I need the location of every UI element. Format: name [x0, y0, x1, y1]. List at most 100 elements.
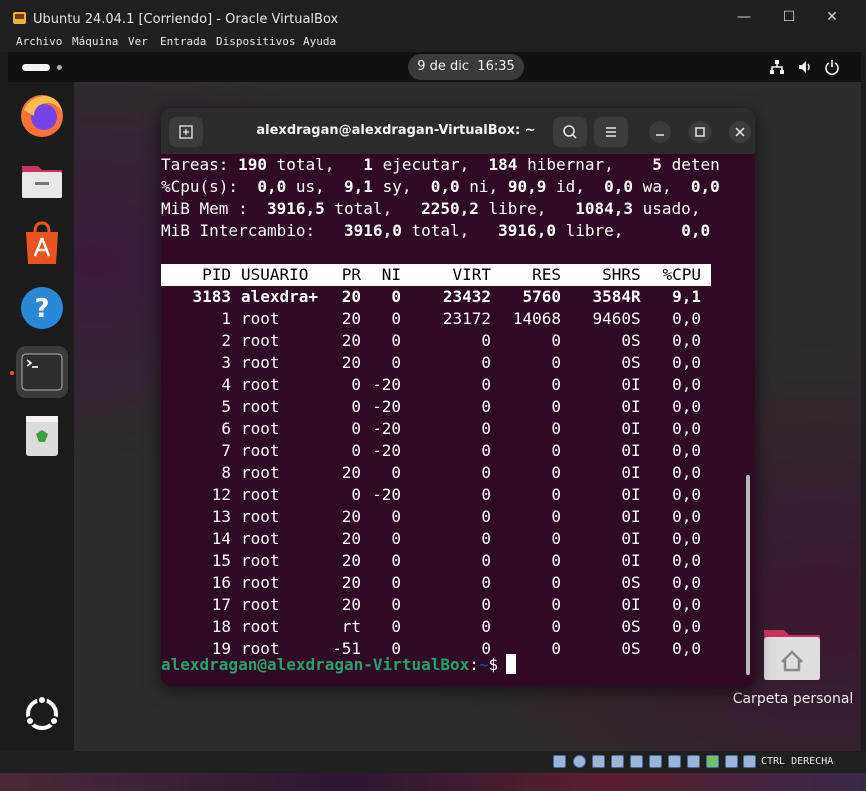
- terminal-title: alexdragan@alexdragan-VirtualBox: ~: [256, 123, 536, 138]
- gnome-topbar: 9 de dic 16:35: [8, 52, 861, 82]
- cell-pct-cpu: 0,0: [672, 573, 701, 592]
- cell-virt: VIRT: [452, 265, 491, 284]
- usb-icon[interactable]: [630, 755, 643, 768]
- power-icon[interactable]: [824, 59, 840, 75]
- terminal-output[interactable]: Tareas: 190 total, 1 ejecutar, 184 hiber…: [161, 154, 755, 686]
- new-tab-button[interactable]: [169, 117, 203, 147]
- summary-segment: wa,: [633, 177, 691, 196]
- terminal-icon[interactable]: [16, 346, 68, 398]
- shared-folders-icon[interactable]: [649, 755, 662, 768]
- cell-usuario: root: [241, 551, 280, 570]
- trash-icon[interactable]: [16, 410, 68, 462]
- cell-shr: 0: [621, 463, 631, 482]
- summary-segment: sy,: [372, 177, 431, 196]
- cell-res: RES: [532, 265, 561, 284]
- cpu-activity-icon[interactable]: [706, 755, 719, 768]
- cell-res: 14068: [512, 309, 561, 328]
- cell-pct-cpu: 0,0: [672, 551, 701, 570]
- search-icon: [563, 125, 577, 139]
- terminal-headerbar[interactable]: alexdragan@alexdragan-VirtualBox: ~: [161, 108, 755, 154]
- cell-virt: 0: [481, 353, 491, 372]
- files-icon[interactable]: [16, 154, 68, 206]
- cell-res: 0: [551, 331, 561, 350]
- mouse-integration-icon[interactable]: [725, 755, 738, 768]
- cell-pct-cpu: 0,0: [672, 441, 701, 460]
- network-icon[interactable]: [769, 58, 785, 76]
- maximize-icon: [695, 127, 705, 137]
- menu-archivo[interactable]: Archivo: [16, 35, 62, 48]
- cell-virt: 0: [481, 551, 491, 570]
- summary-line: %Cpu(s): 0,0 us, 9,1 sy, 0,0 ni, 90,9 id…: [161, 176, 720, 198]
- maximize-icon[interactable]: ☐: [781, 9, 797, 25]
- clock[interactable]: 9 de dic 16:35: [408, 54, 524, 80]
- table-row: 1 root 20 0 23172 14068 9460 S 0,0: [161, 308, 721, 330]
- search-button[interactable]: [553, 117, 587, 147]
- workspace-dot[interactable]: [57, 65, 62, 70]
- cell-shr: 0: [621, 551, 631, 570]
- network-adapter-icon[interactable]: [611, 755, 624, 768]
- summary-segment: 1084,3: [575, 199, 634, 218]
- cell-usuario: root: [241, 309, 280, 328]
- summary-segment: 184: [488, 155, 518, 174]
- close-button[interactable]: [729, 121, 751, 143]
- cell-pid: 14: [211, 529, 231, 548]
- cell-ni: NI: [381, 265, 401, 284]
- terminal-window[interactable]: alexdragan@alexdragan-VirtualBox: ~ Tare…: [161, 108, 755, 686]
- host-key-icon[interactable]: [743, 755, 756, 768]
- ubuntu-logo-icon[interactable]: [16, 688, 68, 740]
- menu-ayuda[interactable]: Ayuda: [303, 35, 336, 48]
- menu-dispositivos[interactable]: Dispositivos: [216, 35, 295, 48]
- recording-icon[interactable]: [687, 755, 700, 768]
- summary-line: MiB Intercambio: 3916,0 total, 3916,0 li…: [161, 220, 710, 242]
- cell-shr: 0: [621, 639, 631, 658]
- cell-pid: 12: [211, 485, 231, 504]
- summary-segment: 3916,0: [498, 221, 556, 240]
- cell-usuario: root: [241, 573, 280, 592]
- cell-ni: 0: [391, 309, 401, 328]
- prompt-user: alexdragan@alexdragan-VirtualBox: [161, 655, 470, 674]
- audio-icon[interactable]: [592, 755, 605, 768]
- menu-maquina[interactable]: Máquina: [72, 35, 118, 48]
- virtualbox-menubar: Archivo Máquina Ver Entrada Dispositivos…: [0, 34, 866, 52]
- home-folder-icon[interactable]: [758, 624, 828, 684]
- summary-segment: 0,0: [257, 177, 287, 196]
- cell-pct-cpu: 0,0: [672, 639, 701, 658]
- help-icon[interactable]: ?: [16, 282, 68, 334]
- minimize-icon[interactable]: —: [736, 9, 752, 25]
- cell-pct-cpu: 0,0: [672, 595, 701, 614]
- cell-ni: -20: [372, 375, 401, 394]
- cell-usuario: alexdra+: [241, 287, 319, 306]
- menu-entrada[interactable]: Entrada: [160, 35, 206, 48]
- display-icon[interactable]: [668, 755, 681, 768]
- summary-segment: usado,: [633, 199, 701, 218]
- cell-virt: 0: [481, 507, 491, 526]
- maximize-button[interactable]: [689, 121, 711, 143]
- summary-segment: 190: [238, 155, 267, 174]
- cell-pid: 3183: [192, 287, 231, 306]
- host-key-label: CTRL DERECHA: [761, 756, 834, 767]
- summary-segment: libre,: [555, 221, 682, 240]
- cell-shr: 0: [621, 485, 631, 504]
- table-row: 2 root 20 0 0 0 0 S 0,0: [161, 330, 721, 352]
- app-center-icon[interactable]: [16, 218, 68, 270]
- table-row: 7 root 0 -20 0 0 0 I 0,0: [161, 440, 721, 462]
- hard-disk-icon[interactable]: [553, 755, 566, 768]
- cell-shr: 0: [621, 507, 631, 526]
- minimize-button[interactable]: [649, 121, 671, 143]
- shell-prompt[interactable]: alexdragan@alexdragan-VirtualBox:~$: [161, 654, 517, 676]
- cell-usuario: root: [241, 331, 280, 350]
- terminal-scrollbar[interactable]: [746, 475, 750, 675]
- close-icon[interactable]: ✕: [824, 9, 840, 25]
- cell-res: 0: [551, 551, 561, 570]
- firefox-icon[interactable]: [16, 90, 68, 142]
- cell-pct-cpu: 0,0: [672, 485, 701, 504]
- cell-virt: 0: [481, 375, 491, 394]
- volume-icon[interactable]: [797, 59, 813, 75]
- activities-indicator[interactable]: [22, 64, 50, 71]
- home-folder-label[interactable]: Carpeta personal: [728, 691, 858, 707]
- menu-ver[interactable]: Ver: [128, 35, 148, 48]
- cell-pct-cpu: 0,0: [672, 353, 701, 372]
- menu-button[interactable]: [594, 117, 628, 147]
- cell-virt: 0: [481, 419, 491, 438]
- optical-drive-icon[interactable]: [573, 755, 586, 768]
